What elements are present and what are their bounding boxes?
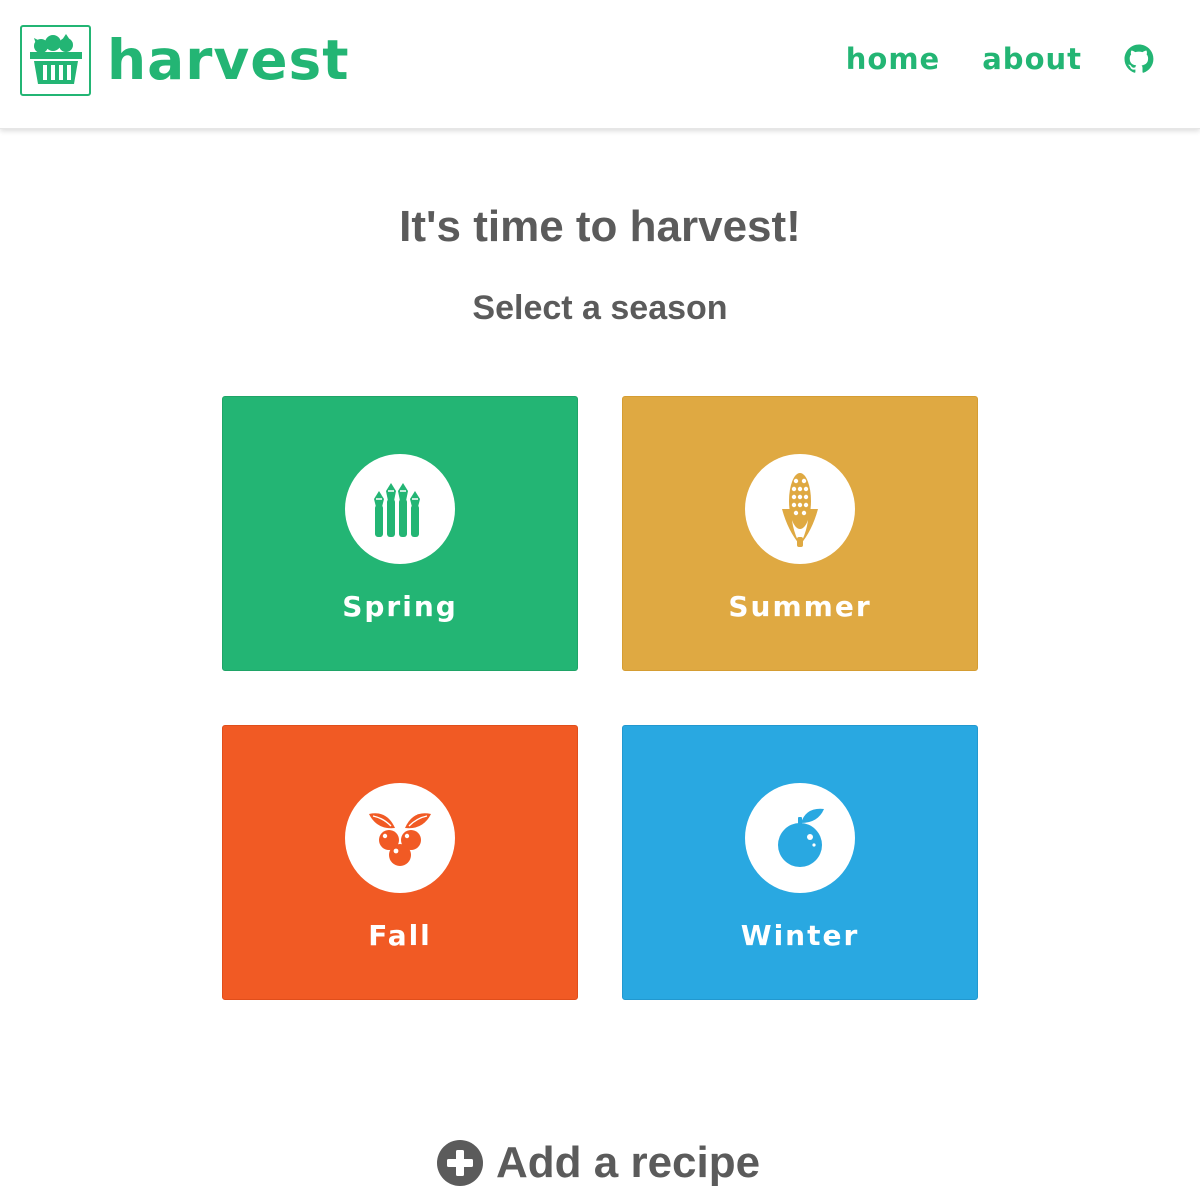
page-title: It's time to harvest! [399, 202, 801, 251]
season-card-winter[interactable]: Winter [622, 725, 978, 1000]
home-logo-link[interactable]: harvest [20, 25, 350, 96]
nav-about-link[interactable]: about [982, 42, 1082, 76]
nav-home-link[interactable]: home [846, 42, 940, 76]
add-recipe-button[interactable]: Add a recipe [436, 1137, 760, 1189]
season-label-summer: Summer [728, 590, 872, 623]
season-card-spring[interactable]: Spring [222, 396, 578, 671]
orange-icon [745, 783, 855, 893]
main-nav: home about [804, 42, 1156, 76]
asparagus-icon [345, 454, 455, 564]
brand-name: harvest [107, 28, 350, 92]
page-subtitle: Select a season [472, 289, 728, 327]
season-label-spring: Spring [342, 590, 458, 623]
basket-icon [20, 25, 91, 96]
season-card-summer[interactable]: Summer [622, 396, 978, 671]
corn-icon [745, 454, 855, 564]
site-header: harvest home about [0, 0, 1200, 129]
github-icon[interactable] [1122, 42, 1156, 76]
season-card-fall[interactable]: Fall [222, 725, 578, 1000]
add-recipe-label: Add a recipe [496, 1138, 761, 1187]
berries-icon [345, 783, 455, 893]
season-label-fall: Fall [368, 919, 432, 952]
season-label-winter: Winter [740, 919, 860, 952]
plus-circle-icon [437, 1140, 483, 1186]
